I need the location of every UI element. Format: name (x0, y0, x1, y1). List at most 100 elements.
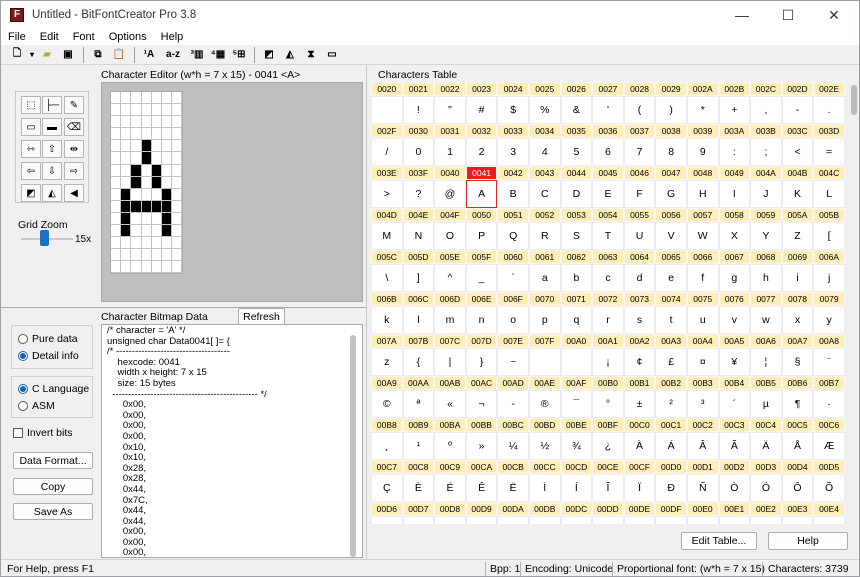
char-cell[interactable]: » (465, 432, 498, 460)
shrink-width-icon[interactable]: ⇹ (64, 140, 84, 158)
code-cell[interactable]: 00D7 (402, 502, 435, 516)
char-cell[interactable]: 8 (655, 138, 687, 166)
code-cell[interactable]: 00AD (497, 376, 529, 390)
code-cell[interactable]: 0074 (655, 292, 687, 306)
code-cell[interactable]: 00B1 (623, 376, 656, 390)
char-cell[interactable]: k (371, 306, 403, 334)
char-cell[interactable]: _ (465, 264, 498, 292)
code-cell[interactable]: 0065 (655, 250, 687, 264)
code-cell[interactable]: 0053 (560, 208, 593, 222)
char-cell[interactable]: V (655, 222, 687, 250)
code-cell[interactable]: 003A (718, 124, 751, 138)
invert-icon[interactable]: ◩ (259, 46, 279, 64)
char-cell[interactable]: Æ (813, 432, 845, 460)
pixel-cell[interactable] (111, 152, 122, 165)
pixel-cell[interactable] (141, 261, 152, 274)
code-cell[interactable]: 00DC (560, 502, 593, 516)
code-scrollbar[interactable] (350, 335, 356, 557)
code-cell[interactable]: 002B (718, 82, 751, 96)
char-cell[interactable]: o (497, 306, 529, 334)
char-cell[interactable]: ; (750, 138, 782, 166)
pixel-cell[interactable] (131, 176, 142, 189)
char-cell[interactable]: ¡ (592, 348, 624, 376)
c-language-radio[interactable]: C Language (18, 383, 89, 395)
pixel-cell[interactable] (172, 164, 183, 177)
char-cell[interactable]: d (623, 264, 656, 292)
pixel-cell[interactable] (121, 92, 132, 105)
code-cell[interactable]: 00B8 (371, 418, 403, 432)
char-cell[interactable]: b (560, 264, 593, 292)
code-cell[interactable]: 00D2 (718, 460, 751, 474)
pixel-cell[interactable] (161, 116, 173, 129)
code-cell[interactable]: 00E2 (750, 502, 782, 516)
code-cell[interactable]: 00D6 (371, 502, 403, 516)
char-cell[interactable]: ¥ (718, 348, 751, 376)
shift-left-icon[interactable]: ⇦ (21, 162, 41, 180)
char-cell[interactable]: n (465, 306, 498, 334)
code-cell[interactable]: 0058 (718, 208, 751, 222)
pixel-cell[interactable] (141, 116, 152, 129)
code-cell[interactable]: 00C7 (371, 460, 403, 474)
code-cell[interactable]: 00D0 (655, 460, 687, 474)
pixel-cell[interactable] (172, 225, 183, 238)
char-cell[interactable]: ³ (686, 390, 719, 418)
code-cell[interactable]: 0079 (813, 292, 845, 306)
pixel-cell[interactable] (131, 104, 142, 117)
refresh-button[interactable]: Refresh (238, 308, 285, 325)
code-cell[interactable]: 00DA (497, 502, 529, 516)
code-cell[interactable]: 007E (497, 334, 529, 348)
char-cell[interactable]: « (434, 390, 466, 418)
char-cell[interactable]: B (497, 180, 529, 208)
code-cell[interactable]: 00C0 (623, 418, 656, 432)
code-cell[interactable]: 00AC (465, 376, 498, 390)
code-cell[interactable]: 00E1 (718, 502, 751, 516)
pixel-cell[interactable] (131, 188, 142, 201)
flip-v-tool-icon[interactable]: ◀ (64, 184, 84, 202)
pixel-cell[interactable] (161, 225, 173, 238)
char-cell[interactable]: ® (528, 390, 561, 418)
char-cell[interactable] (402, 516, 435, 524)
table-scrollbar[interactable] (849, 82, 859, 526)
char-cell[interactable]: ! (402, 96, 435, 124)
code-cell[interactable]: 0069 (781, 250, 814, 264)
char-cell[interactable]: F (623, 180, 656, 208)
code-cell[interactable]: 007B (402, 334, 435, 348)
table-scrollbar-thumb[interactable] (851, 85, 857, 115)
dropdown-arrow-icon[interactable]: ▾ (28, 46, 36, 64)
pixel-cell[interactable] (172, 104, 183, 117)
pixel-cell[interactable] (121, 164, 132, 177)
copy-icon[interactable]: ⧉ (88, 46, 108, 64)
code-cell[interactable]: 0054 (592, 208, 624, 222)
code-cell[interactable]: 00DF (655, 502, 687, 516)
minimize-button[interactable]: — (719, 1, 765, 29)
char-cell[interactable]: Ì (528, 474, 561, 502)
char-cell[interactable]: Ï (623, 474, 656, 502)
flip-vertical-icon[interactable]: ⧗ (301, 46, 321, 64)
code-cell[interactable]: 00C5 (781, 418, 814, 432)
char-cell[interactable]: ' (592, 96, 624, 124)
pixel-cell[interactable] (141, 152, 152, 165)
char-cell[interactable] (592, 516, 624, 524)
pixel-cell[interactable] (141, 200, 152, 213)
pixel-cell[interactable] (121, 128, 132, 141)
char-cell[interactable]: - (781, 96, 814, 124)
code-cell[interactable]: 00B7 (813, 376, 845, 390)
code-cell[interactable]: 00B6 (781, 376, 814, 390)
pixel-cell[interactable] (151, 212, 162, 226)
pixel-cell[interactable] (121, 140, 132, 153)
shift-up-icon[interactable]: ⇧ (42, 140, 62, 158)
code-cell[interactable]: 00BF (592, 418, 624, 432)
open-folder-icon[interactable]: ▰ (37, 46, 57, 64)
code-cell[interactable]: 0046 (623, 166, 656, 180)
pixel-cell[interactable] (172, 237, 183, 250)
char-cell[interactable]: ` (497, 264, 529, 292)
char-cell[interactable] (813, 516, 845, 524)
paste-icon[interactable]: 📋 (109, 46, 129, 64)
char-width-icon[interactable]: ³▥ (187, 46, 207, 64)
char-cell[interactable]: # (465, 96, 498, 124)
char-cell[interactable]: ¤ (686, 348, 719, 376)
code-cell[interactable]: 00DD (592, 502, 624, 516)
pixel-cell[interactable] (121, 152, 132, 165)
char-cell[interactable]: ª (402, 390, 435, 418)
char-cell[interactable]: < (781, 138, 814, 166)
